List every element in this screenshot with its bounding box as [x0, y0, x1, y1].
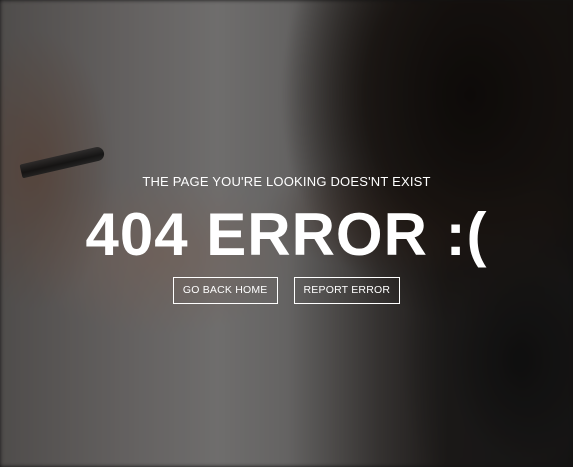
error-content: THE PAGE YOU'RE LOOKING DOES'NT EXIST 40… — [0, 0, 573, 467]
error-subtitle: THE PAGE YOU'RE LOOKING DOES'NT EXIST — [142, 174, 431, 189]
report-error-button[interactable]: REPORT ERROR — [293, 277, 401, 304]
go-back-home-button[interactable]: GO BACK HOME — [172, 277, 278, 304]
error-page: THE PAGE YOU'RE LOOKING DOES'NT EXIST 40… — [0, 0, 573, 467]
error-headline: 404 ERROR :( — [85, 201, 488, 268]
action-buttons: GO BACK HOME REPORT ERROR — [0, 277, 573, 304]
